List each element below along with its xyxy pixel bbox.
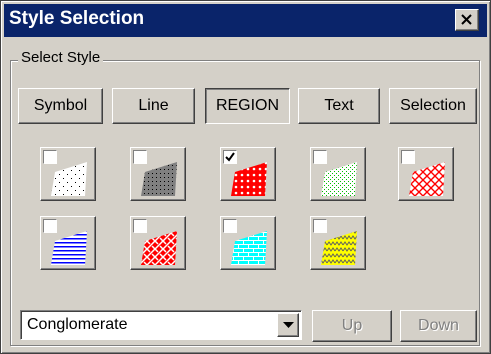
window-title: Style Selection — [9, 8, 145, 29]
checkmark-icon — [225, 152, 235, 162]
region-button[interactable]: REGION — [205, 88, 290, 124]
style-button-red-weave[interactable] — [130, 216, 186, 270]
style-button-dense-dots-gray[interactable] — [130, 147, 186, 201]
style-checkbox-checked[interactable] — [223, 150, 237, 164]
pattern-name-select[interactable]: Conglomerate — [20, 310, 302, 340]
selection-button[interactable]: Selection — [389, 88, 477, 124]
style-checkbox[interactable] — [43, 219, 57, 233]
style-checkbox[interactable] — [313, 150, 327, 164]
dropdown-button[interactable] — [277, 313, 299, 337]
group-label: Select Style — [18, 49, 104, 66]
style-checkbox[interactable] — [313, 219, 327, 233]
style-checkbox[interactable] — [223, 219, 237, 233]
close-button[interactable] — [455, 9, 479, 31]
style-button-sparse-dots[interactable] — [40, 147, 96, 201]
style-button-cyan-brick[interactable] — [220, 216, 276, 270]
style-checkbox[interactable] — [133, 150, 147, 164]
select-value: Conglomerate — [27, 316, 128, 333]
line-button[interactable]: Line — [112, 88, 195, 124]
style-button-red-crosshatch[interactable] — [398, 147, 454, 201]
style-button-red-circles[interactable] — [220, 147, 276, 201]
chevron-down-icon — [283, 322, 294, 328]
up-button[interactable]: Up — [312, 310, 392, 342]
style-checkbox[interactable] — [43, 150, 57, 164]
title-bar[interactable]: Style Selection — [4, 4, 487, 37]
symbol-button[interactable]: Symbol — [18, 88, 103, 124]
down-button[interactable]: Down — [400, 310, 477, 342]
style-button-blue-horizontal-lines[interactable] — [40, 216, 96, 270]
style-checkbox[interactable] — [133, 219, 147, 233]
style-checkbox[interactable] — [401, 150, 415, 164]
style-button-green-dots[interactable] — [310, 147, 366, 201]
text-button[interactable]: Text — [298, 88, 380, 124]
close-icon — [461, 14, 472, 25]
style-button-yellow-zigzag[interactable] — [310, 216, 366, 270]
